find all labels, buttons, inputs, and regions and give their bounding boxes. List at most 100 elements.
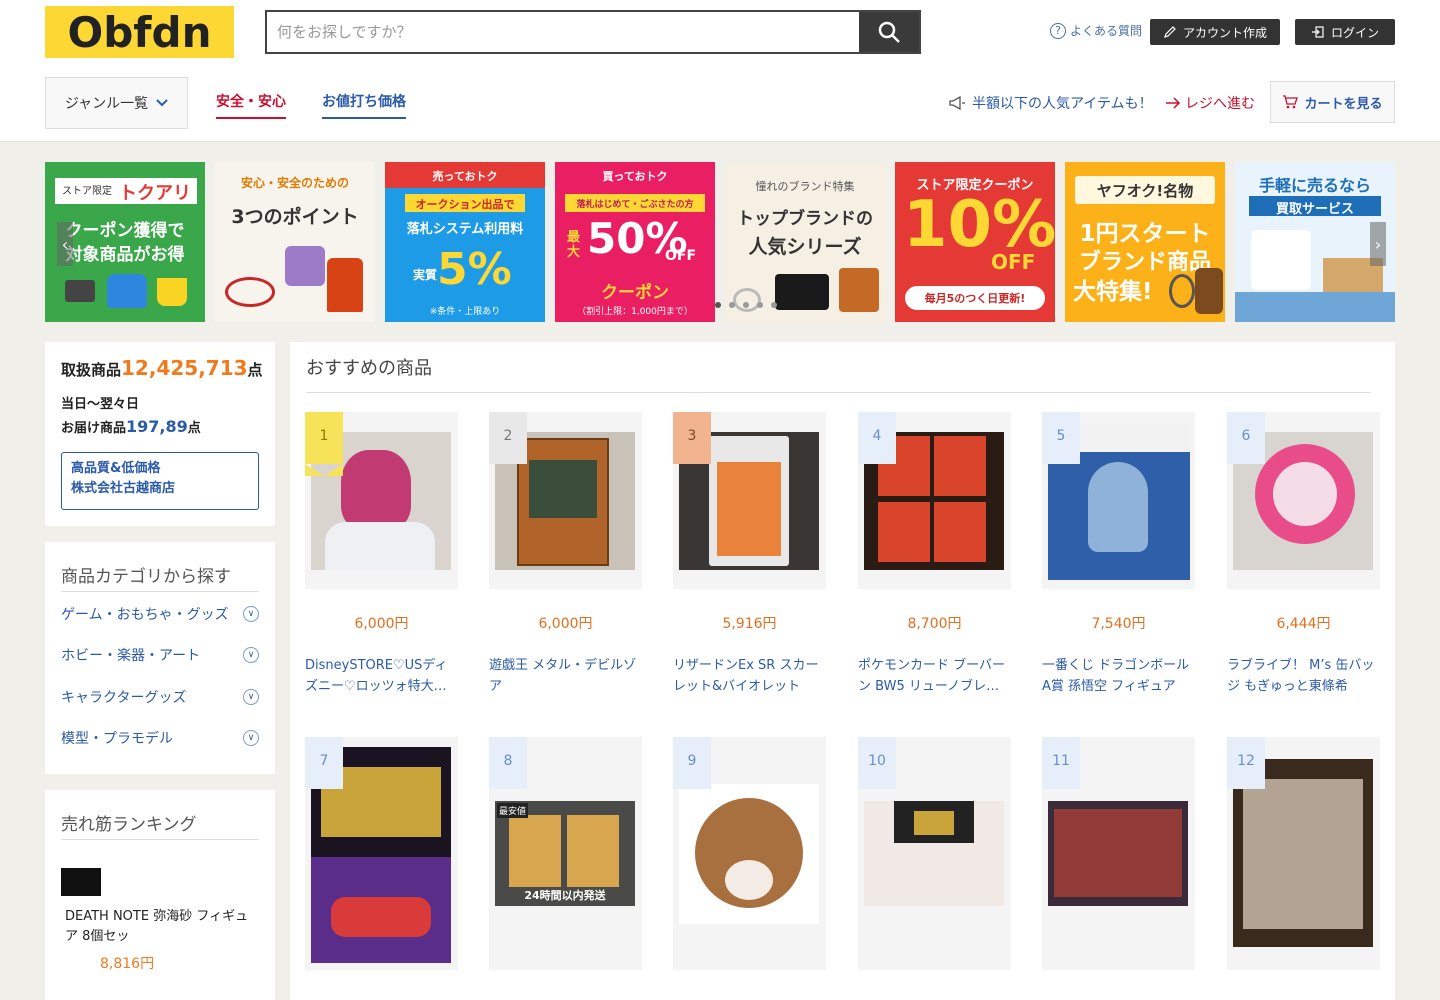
banner-text: 買っておトク <box>602 170 668 183</box>
create-account-label: アカウント作成 <box>1182 25 1267 40</box>
category-title: 商品カテゴリから探す <box>61 562 259 592</box>
fast-delivery-count: 197,89 <box>126 417 188 436</box>
category-item[interactable]: ホビー・楽器・アート ∨ <box>61 645 259 665</box>
product-price: 7,540円 <box>1091 616 1146 632</box>
banner-text: 売っておトク <box>432 170 498 183</box>
carousel-dot[interactable] <box>729 302 735 308</box>
login-icon <box>1311 26 1324 38</box>
carousel-dot[interactable] <box>771 302 777 308</box>
product-price: 6,000円 <box>354 616 409 632</box>
banner-coupon-10[interactable]: ストア限定クーポン 10% OFF 毎月5のつく日更新! <box>895 162 1055 322</box>
banner-brand[interactable]: 憧れのブランド特集 トップブランドの 人気シリーズ <box>725 162 885 322</box>
banner-buy[interactable]: 買っておトク 落札はじめて・ごぶさたの方 最大 50% OFF クーポン （割引… <box>555 162 715 322</box>
rank-badge: 8 <box>489 737 527 789</box>
checkout-link[interactable]: レジへ進む <box>1165 93 1255 113</box>
banner-sell[interactable]: 売っておトク オークション出品で 落札システム利用料 実質 5% ※条件・上限あ… <box>385 162 545 322</box>
product-card[interactable]: 12 <box>1227 737 1380 1000</box>
chevron-down-icon[interactable]: ∨ <box>243 647 259 663</box>
view-cart-label: カートを見る <box>1304 96 1383 112</box>
rank-badge: 12 <box>1227 737 1265 789</box>
search-button[interactable] <box>859 12 919 52</box>
category-item[interactable]: キャラクターグッズ ∨ <box>61 687 259 707</box>
product-name[interactable]: ポケモンカード ブーバーン BW5 リューノブレード <box>858 655 1011 697</box>
product-card[interactable]: 6 6,444円 ラブライブ！ M’s 缶バッジ もぎゅっと東條希 <box>1227 412 1380 702</box>
product-image[interactable] <box>679 784 819 924</box>
ranking-panel: 売れ筋ランキング DEATH NOTE 弥海砂 フィギュア 8個セッ 8,816… <box>45 790 275 1000</box>
login-button[interactable]: ログイン <box>1295 19 1395 45</box>
product-card[interactable]: 9 <box>673 737 826 1000</box>
rank-badge: 4 <box>858 412 896 464</box>
store-link[interactable]: 高品質&低価格 株式会社古越商店 <box>61 452 259 510</box>
total-items-unit: 点 <box>247 361 263 379</box>
carousel-dot[interactable] <box>757 302 763 308</box>
product-price: 5,916円 <box>722 616 777 632</box>
chevron-down-icon[interactable]: ∨ <box>243 689 259 705</box>
genre-label: ジャンル一覧 <box>64 96 149 112</box>
product-card[interactable]: 2 6,000円 遊戯王 メタル・デビルゾア <box>489 412 642 702</box>
product-card[interactable]: 10 <box>858 737 1011 1000</box>
product-card[interactable]: 4 8,700円 ポケモンカード ブーバーン BW5 リューノブレード <box>858 412 1011 702</box>
carousel-dot[interactable] <box>715 302 721 308</box>
logo-text: Obfdn <box>67 7 212 57</box>
carousel-next-button[interactable]: › <box>1370 222 1386 266</box>
create-account-button[interactable]: アカウント作成 <box>1150 19 1280 45</box>
banner-text: 落札はじめて・ごぶさたの方 <box>576 200 694 210</box>
category-item[interactable]: ゲーム・おもちゃ・グッズ ∨ <box>61 604 259 624</box>
chevron-right-icon: › <box>1374 234 1382 254</box>
product-name[interactable]: ラブライブ！ M’s 缶バッジ もぎゅっと東條希 <box>1227 655 1380 697</box>
banner-text: OFF <box>665 248 697 264</box>
banner-text: ※条件・上限あり <box>429 307 501 317</box>
carousel-dot[interactable] <box>743 302 749 308</box>
product-card[interactable]: 5 7,540円 一番くじ ドラゴンボール A賞 孫悟空 フィギュア <box>1042 412 1195 702</box>
banner-text: 5% <box>437 244 512 295</box>
product-image[interactable]: 最安値 24時間以内発送 <box>495 801 635 906</box>
banner-carousel: ストア限定 トクアリ クーポン獲得で 対象商品がお得 安心・安全のための 3つの… <box>45 162 1395 322</box>
banner-text: トップブランドの <box>737 209 873 229</box>
product-image[interactable] <box>864 801 1004 906</box>
product-image[interactable] <box>1048 801 1188 906</box>
product-card[interactable]: 3 5,916円 リザードンEx SR スカーレット&バイオレット <box>673 412 826 702</box>
product-name[interactable]: 遊戯王 メタル・デビルゾア <box>489 655 642 697</box>
chevron-down-icon <box>156 99 168 107</box>
category-label: 模型・プラモデル <box>61 731 173 747</box>
product-card[interactable]: 1 6,000円 DisneySTORE♡USディズニー♡ロッツォ特大ぬいぐるみ <box>305 412 458 702</box>
total-items-label: 取扱商品 <box>61 361 122 379</box>
chevron-down-icon[interactable]: ∨ <box>243 606 259 622</box>
tab-safe[interactable]: 安全・安心 <box>216 91 286 119</box>
ranking-item-image[interactable] <box>61 868 101 896</box>
promo-link[interactable]: 半額以下の人気アイテムも！ <box>948 93 1153 113</box>
search-bar <box>265 10 921 54</box>
shipping-caption: 24時間以内発送 <box>524 889 606 902</box>
banner-safety[interactable]: 安心・安全のための 3つのポイント <box>215 162 375 322</box>
carousel-dots <box>715 302 777 308</box>
product-name[interactable]: リザードンEx SR スカーレット&バイオレット <box>673 655 826 697</box>
banner-1yen[interactable]: ヤフオク!名物 1円スタート ブランド商品 大特集! <box>1065 162 1225 322</box>
genre-dropdown[interactable]: ジャンル一覧 <box>45 77 188 129</box>
product-name[interactable]: 一番くじ ドラゴンボール A賞 孫悟空 フィギュア <box>1042 655 1195 697</box>
ranking-item-name[interactable]: DEATH NOTE 弥海砂 フィギュア 8個セッ <box>61 907 259 947</box>
fast-delivery-label: お届け商品 <box>61 421 127 436</box>
category-item[interactable]: 模型・プラモデル ∨ <box>61 728 259 748</box>
banner-text: 1円スタート <box>1079 221 1211 247</box>
site-logo[interactable]: Obfdn <box>45 6 234 58</box>
arrow-right-icon <box>1166 97 1181 109</box>
product-price: 6,444円 <box>1276 616 1331 632</box>
chevron-down-icon[interactable]: ∨ <box>243 730 259 746</box>
fast-delivery-unit: 点 <box>187 421 201 436</box>
category-panel: 商品カテゴリから探す ゲーム・おもちゃ・グッズ ∨ ホビー・楽器・アート ∨ キャラ… <box>45 542 275 774</box>
view-cart-button[interactable]: カートを見る <box>1270 81 1395 123</box>
category-label: ホビー・楽器・アート <box>61 648 201 664</box>
product-card[interactable]: 7 <box>305 737 458 1000</box>
faq-link[interactable]: ? よくある質問 <box>1050 22 1142 39</box>
total-items-count: 12,425,713 <box>121 356 248 380</box>
product-name[interactable]: DisneySTORE♡USディズニー♡ロッツォ特大ぬいぐるみ <box>305 655 458 697</box>
rank-badge: 11 <box>1042 737 1080 789</box>
tab-discount[interactable]: お値打ち価格 <box>322 91 406 119</box>
product-card[interactable]: 最安値 24時間以内発送 8 <box>489 737 642 1000</box>
product-card[interactable]: 11 <box>1042 737 1195 1000</box>
search-input[interactable] <box>267 12 859 52</box>
banner-text: クーポン <box>601 283 669 303</box>
banner-text: オークション出品で <box>415 198 515 211</box>
banner-text: 毎月5のつく日更新! <box>924 292 1026 305</box>
carousel-prev-button[interactable]: ‹ <box>57 222 73 266</box>
